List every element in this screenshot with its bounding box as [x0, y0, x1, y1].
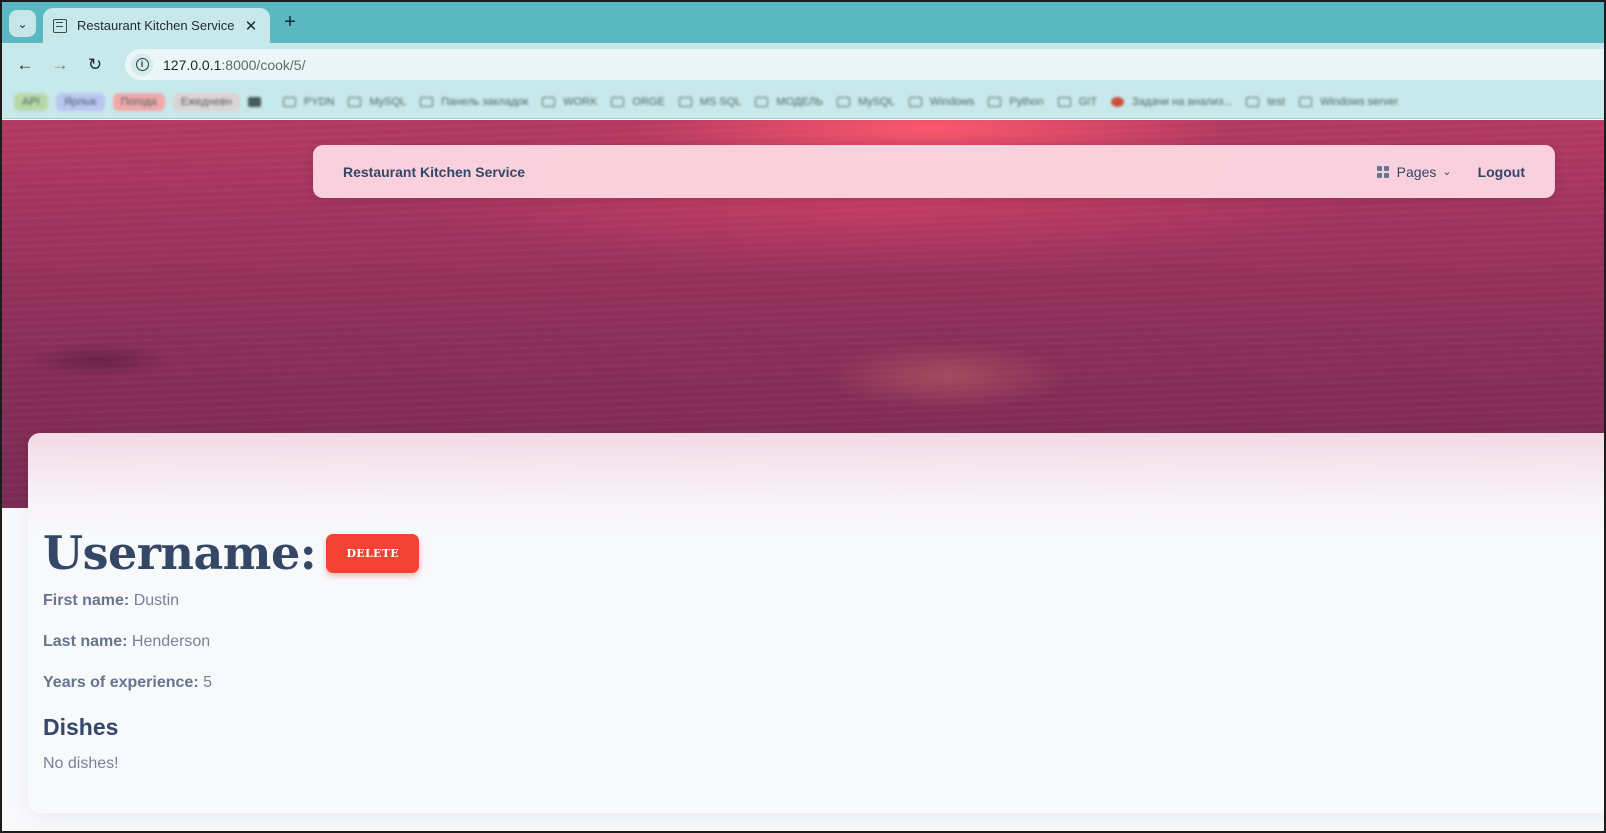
folder-icon — [988, 96, 1002, 107]
folder-icon — [1299, 96, 1313, 107]
bookmark-folder[interactable]: MySQL — [348, 96, 406, 108]
bookmark-folder[interactable]: PYDN — [282, 96, 334, 108]
arrow-left-icon: ← — [16, 55, 34, 74]
site-icon — [1111, 96, 1125, 107]
navbar-links: Pages ⌄ Logout — [1376, 163, 1525, 180]
pages-label: Pages — [1396, 163, 1437, 180]
close-icon[interactable]: ✕ — [242, 17, 260, 35]
first-name-value: Dustin — [133, 592, 180, 609]
first-name-field: First name: Dustin — [43, 592, 179, 610]
folder-icon — [282, 96, 296, 107]
heading-row: Username: DELETE — [43, 526, 420, 580]
bookmark-item[interactable]: Ежедневн — [172, 92, 240, 111]
folder-icon — [755, 96, 769, 107]
page-viewport: Restaurant Kitchen Service Pages ⌄ Logou… — [2, 120, 1604, 831]
bookmark-folder[interactable]: WORK — [542, 96, 597, 108]
bookmark-folder[interactable]: MySQL — [837, 96, 895, 108]
bookmark-folder[interactable]: test — [1246, 96, 1285, 108]
navbar-brand[interactable]: Restaurant Kitchen Service — [343, 164, 525, 180]
address-bar[interactable]: i 127.0.0.1:8000/cook/5/ — [125, 49, 1604, 80]
bookmark-item[interactable]: API — [14, 92, 48, 111]
new-tab-button[interactable]: + — [279, 11, 301, 33]
experience-field: Years of experience: 5 — [43, 674, 212, 692]
cook-detail-card: Username: DELETE First name: Dustin Last… — [28, 433, 1604, 813]
dishes-empty-message: No dishes! — [43, 755, 119, 772]
browser-tab[interactable]: Restaurant Kitchen Service ✕ — [43, 8, 270, 43]
reload-icon: ↻ — [87, 55, 103, 74]
url-path: :8000/cook/5/ — [221, 56, 306, 73]
logout-link[interactable]: Logout — [1478, 164, 1525, 180]
favicon-icon — [53, 18, 67, 33]
bookmark-link[interactable]: Задачи на анализ... — [1111, 96, 1232, 108]
bookmark-app-icon[interactable] — [247, 96, 269, 107]
tab-strip: ⌄ Restaurant Kitchen Service ✕ + — [2, 2, 1604, 43]
bookmark-item[interactable]: Ярлык — [55, 92, 105, 111]
folder-icon — [1246, 96, 1260, 107]
folder-icon — [837, 96, 851, 107]
url-host: 127.0.0.1 — [163, 56, 222, 73]
tab-search-button[interactable]: ⌄ — [9, 10, 36, 37]
bookmark-folder[interactable]: Python — [988, 96, 1044, 108]
experience-value: 5 — [203, 674, 212, 691]
delete-button[interactable]: DELETE — [326, 533, 420, 573]
experience-label: Years of experience: — [43, 674, 199, 691]
pages-dropdown[interactable]: Pages ⌄ — [1376, 163, 1452, 180]
dishes-title: Dishes — [43, 714, 119, 740]
url-text: 127.0.0.1:8000/cook/5/ — [163, 57, 305, 73]
site-info-button[interactable]: i — [131, 53, 153, 76]
bookmark-folder[interactable]: GIT — [1057, 96, 1097, 108]
bookmark-folder[interactable]: MS SQL — [678, 96, 741, 108]
last-name-field: Last name: Henderson — [43, 633, 210, 651]
last-name-label: Last name: — [43, 633, 128, 650]
browser-toolbar: ← → ↻ i 127.0.0.1:8000/cook/5/ — [2, 43, 1604, 85]
chevron-down-icon: ⌄ — [1442, 166, 1452, 178]
back-button[interactable]: ← — [12, 52, 38, 78]
top-navbar: Restaurant Kitchen Service Pages ⌄ Logou… — [313, 145, 1555, 198]
bookmark-folder[interactable]: ORGE — [611, 96, 665, 108]
first-name-label: First name: — [43, 592, 130, 609]
folder-icon — [611, 96, 625, 107]
browser-window: ⌄ Restaurant Kitchen Service ✕ + ← → ↻ i… — [0, 0, 1606, 833]
bookmarks-bar: API Ярлык Погода Ежедневн PYDN MySQL Пан… — [2, 85, 1604, 119]
bookmark-item[interactable]: Погода — [112, 92, 165, 111]
folder-icon — [678, 96, 692, 107]
info-icon: i — [135, 58, 149, 71]
bookmark-folder[interactable]: Windows server — [1299, 96, 1398, 108]
folder-icon — [1057, 96, 1071, 107]
last-name-value: Henderson — [131, 633, 211, 650]
tab-title: Restaurant Kitchen Service — [77, 18, 235, 33]
reload-button[interactable]: ↻ — [82, 52, 108, 78]
folder-icon — [908, 96, 922, 107]
arrow-right-icon: → — [51, 55, 69, 74]
folder-icon — [348, 96, 362, 107]
folder-icon — [542, 96, 556, 107]
chevron-down-icon: ⌄ — [17, 16, 28, 31]
forward-button[interactable]: → — [47, 52, 73, 78]
folder-icon — [420, 96, 434, 107]
bookmark-folder[interactable]: Windows — [908, 96, 974, 108]
username-heading: Username: — [43, 526, 317, 580]
dashboard-icon — [1376, 165, 1389, 178]
bookmark-folder[interactable]: MОДЕЛЬ — [755, 96, 823, 108]
bookmark-folder[interactable]: Панель закладок — [420, 96, 528, 108]
